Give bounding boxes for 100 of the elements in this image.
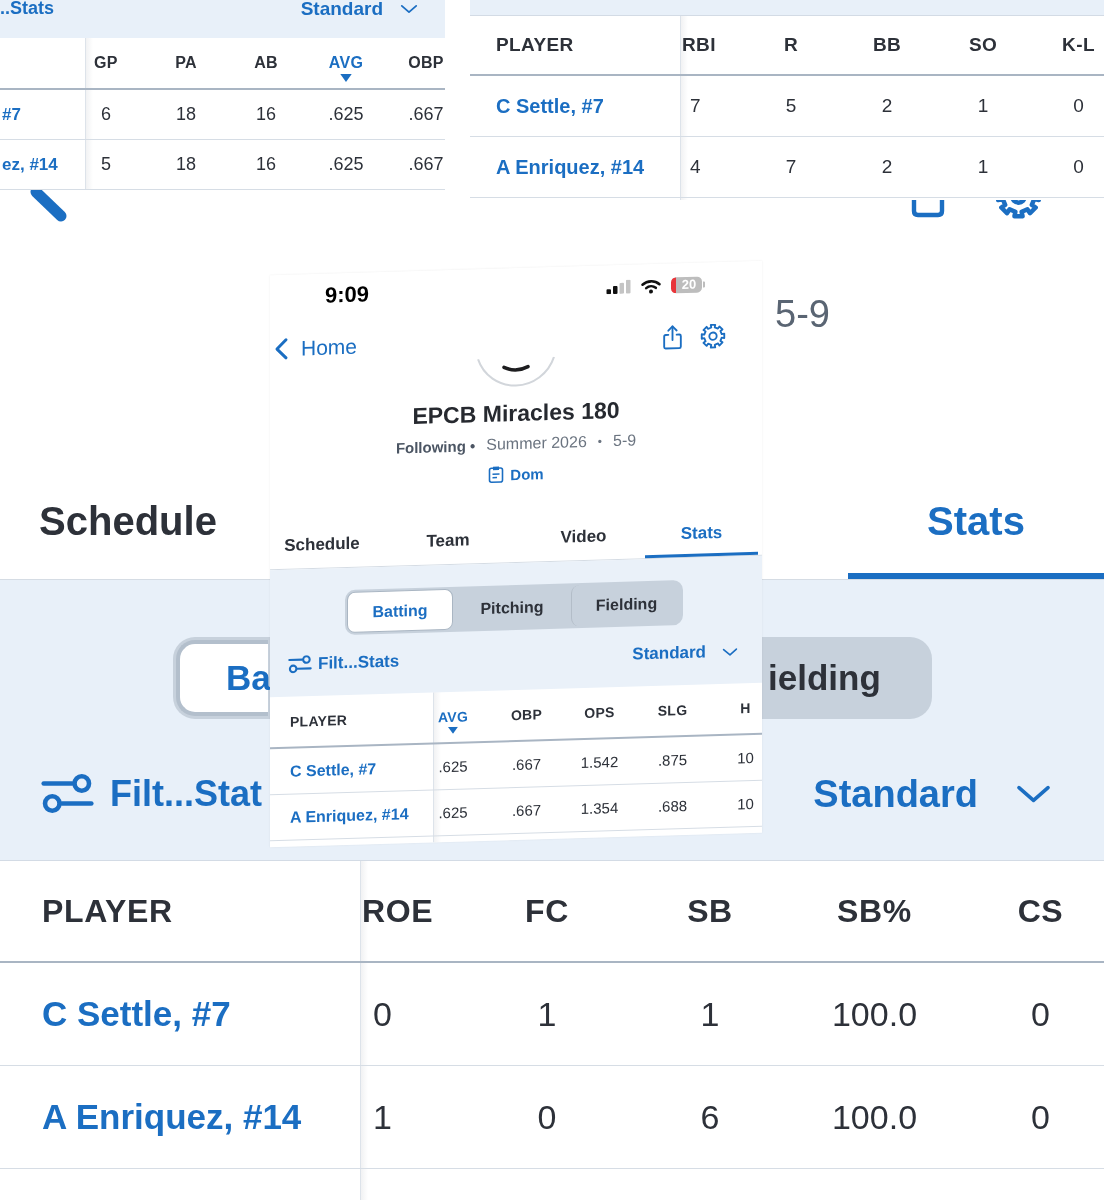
view-dropdown[interactable]: Standard — [813, 772, 1052, 816]
table-cell: 2 — [881, 156, 893, 178]
player-link[interactable]: C Settle, #7 — [496, 94, 604, 118]
player-link[interactable]: ez, #14 — [2, 154, 58, 175]
table-cell: 5 — [101, 154, 111, 175]
chevron-icon[interactable] — [30, 190, 68, 222]
column-header[interactable]: OBP — [408, 53, 444, 73]
table-cell: .688 — [657, 796, 688, 815]
table-cell: 10 — [737, 794, 754, 813]
column-header[interactable]: SLG — [657, 701, 688, 719]
wifi-icon — [640, 277, 662, 295]
column-header[interactable]: AB — [254, 53, 278, 73]
player-link[interactable]: #7 — [2, 104, 21, 125]
tab[interactable]: Schedule — [270, 522, 374, 570]
segment-button[interactable]: Fielding — [571, 582, 681, 627]
column-header[interactable]: PLAYER — [290, 711, 348, 730]
record-text: 5-9 — [775, 294, 830, 334]
segment-button[interactable]: Ba — [176, 640, 268, 716]
table-cell: .667 — [408, 154, 444, 175]
back-chevron-icon — [273, 336, 290, 362]
table-cell: 10 — [737, 748, 754, 767]
column-header[interactable]: K-L — [1062, 34, 1095, 56]
column-header[interactable]: GP — [94, 53, 118, 73]
column-header[interactable]: BB — [872, 34, 902, 56]
player-link[interactable]: C Settle, #7 — [42, 994, 231, 1034]
player-link[interactable]: C Settle, #7 — [290, 759, 377, 781]
meta-text: Summer 2026 — [486, 432, 587, 454]
table-cell: 0 — [1031, 994, 1050, 1034]
table-cell: 1.542 — [580, 752, 619, 772]
gear-icon[interactable] — [700, 322, 726, 350]
table-cell: 4 — [690, 156, 701, 178]
table-cell: 7 — [785, 156, 797, 178]
back-button[interactable]: Home — [273, 334, 358, 362]
table-cell: 0 — [537, 1097, 557, 1137]
column-header[interactable]: SB — [687, 892, 733, 930]
player-link[interactable]: A Enriquez, #14 — [496, 155, 645, 179]
share-icon[interactable] — [660, 324, 685, 351]
chevron-down-icon — [400, 3, 418, 14]
segment-button[interactable]: ielding — [766, 640, 929, 716]
column-header[interactable]: SO — [968, 34, 998, 56]
column-header[interactable]: AVG — [328, 53, 364, 83]
tab[interactable]: Schedule — [0, 490, 256, 579]
signal-icon — [606, 279, 631, 295]
table-cell: 0 — [1031, 1097, 1050, 1137]
table-cell: 1 — [700, 994, 720, 1034]
table-cell: 1.354 — [580, 798, 619, 818]
segment-button[interactable]: Pitching — [453, 585, 571, 630]
column-header[interactable]: OPS — [584, 704, 615, 721]
column-header[interactable]: R — [783, 34, 799, 56]
column-header[interactable]: PA — [175, 53, 197, 73]
table-cell: .625 — [438, 803, 468, 822]
column-header[interactable]: CS — [1017, 892, 1064, 930]
column-header[interactable]: OBP — [510, 706, 543, 724]
column-header[interactable]: H — [740, 700, 751, 717]
column-header[interactable]: ROE — [362, 892, 434, 930]
table-cell: 6 — [101, 104, 111, 125]
chevron-down-icon — [1015, 784, 1052, 804]
filter-icon — [40, 774, 95, 814]
segment-button[interactable]: Batting — [347, 588, 453, 633]
player-link[interactable]: A Enriquez, #14 — [42, 1097, 302, 1137]
table-cell: 1 — [537, 994, 557, 1034]
table-cell: 2 — [881, 95, 893, 117]
column-header[interactable]: PLAYER — [42, 892, 173, 930]
table-cell: 0 — [1073, 95, 1084, 117]
table-cell: 1 — [373, 1097, 392, 1137]
following-label[interactable]: Following • — [395, 436, 476, 457]
player-link[interactable]: A Enriquez, #14 — [290, 804, 409, 827]
view-dropdown[interactable]: Standard — [300, 0, 418, 18]
table-cell: 18 — [176, 104, 196, 125]
table-cell: .625 — [328, 154, 364, 175]
filter-button[interactable]: Filt...Stat — [40, 773, 262, 815]
battery-indicator: 20 — [671, 276, 705, 294]
filter-button[interactable]: ..Stats — [0, 0, 55, 18]
table-cell: .625 — [328, 104, 364, 125]
meta-text: 5-9 — [613, 431, 637, 451]
chevron-down-icon — [722, 646, 738, 657]
table-cell: 5 — [785, 95, 797, 117]
column-header[interactable]: FC — [525, 892, 569, 930]
clipboard-icon — [488, 465, 505, 484]
table-cell: .667 — [511, 801, 542, 820]
column-header[interactable]: RBI — [682, 34, 716, 56]
column-header[interactable]: SB% — [837, 892, 912, 930]
filter-button[interactable]: Filt...Stats — [288, 651, 400, 675]
sort-triangle-icon — [340, 74, 352, 83]
table-cell: 0 — [1073, 156, 1084, 178]
column-header[interactable]: AVG — [437, 708, 469, 735]
bullet-separator: • — [597, 434, 602, 449]
table-cell: 100.0 — [831, 1097, 918, 1137]
tab[interactable]: Team — [374, 517, 522, 567]
table-cell: 1 — [977, 156, 989, 178]
view-dropdown[interactable]: Standard — [632, 641, 738, 665]
coach-link[interactable]: Dom — [488, 463, 544, 485]
tab[interactable]: Video — [522, 514, 645, 562]
table-cell: 7 — [690, 95, 701, 117]
table-cell: 16 — [256, 104, 276, 125]
table-cell: 100.0 — [831, 994, 918, 1034]
table-cell: 18 — [176, 154, 196, 175]
table-cell: 1 — [977, 95, 989, 117]
column-header[interactable]: PLAYER — [496, 34, 574, 56]
table-cell: .625 — [438, 757, 468, 776]
